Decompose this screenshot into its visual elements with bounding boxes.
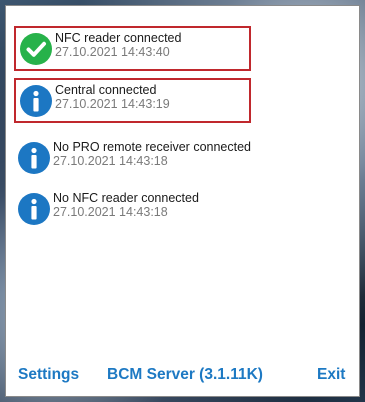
notification-time: 27.10.2021 14:43:18 <box>53 205 168 219</box>
notification-time: 27.10.2021 14:43:19 <box>55 97 170 111</box>
footer-bar: Settings BCM Server (3.1.11K) Exit <box>6 366 359 386</box>
notification-time: 27.10.2021 14:43:40 <box>55 45 170 59</box>
notification-item: No NFC reader connected 27.10.2021 14:43… <box>14 188 314 233</box>
notification-title: Central connected <box>55 83 157 97</box>
notification-title: No PRO remote receiver connected <box>53 140 252 154</box>
notification-item: NFC reader connected 27.10.2021 14:43:40 <box>14 26 251 71</box>
notification-item: No PRO remote receiver connected 27.10.2… <box>14 137 314 182</box>
info-circle-icon <box>18 142 50 174</box>
info-circle-icon <box>20 85 52 117</box>
info-circle-icon <box>18 193 50 225</box>
notification-panel: NFC reader connected 27.10.2021 14:43:40… <box>5 5 360 397</box>
notification-item: Central connected 27.10.2021 14:43:19 <box>14 78 251 123</box>
server-link[interactable]: BCM Server (3.1.11K) <box>107 366 263 384</box>
notification-title: NFC reader connected <box>55 31 182 45</box>
settings-link[interactable]: Settings <box>18 366 79 384</box>
check-circle-icon <box>20 33 52 65</box>
notification-title: No NFC reader connected <box>53 191 199 205</box>
exit-link[interactable]: Exit <box>317 366 345 384</box>
notification-time: 27.10.2021 14:43:18 <box>53 154 168 168</box>
